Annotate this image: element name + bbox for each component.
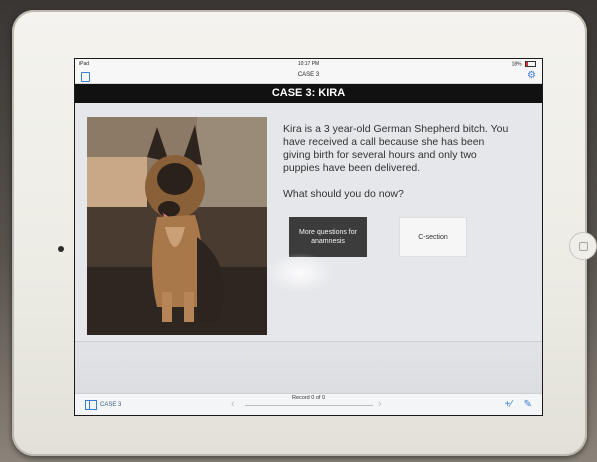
case-content: Kira is a 3 year-old German Shepherd bit… — [75, 103, 542, 341]
home-button[interactable] — [569, 232, 597, 260]
record-slider[interactable] — [245, 405, 373, 406]
battery-percent: 18% — [511, 61, 522, 68]
case-label[interactable]: CASE 3 — [100, 402, 121, 408]
dog-photo — [87, 117, 267, 335]
navigation-bar: CASE 3 ⚙ — [75, 69, 542, 84]
gear-icon[interactable]: ⚙ — [527, 71, 536, 81]
c-section-button[interactable]: C-section — [399, 217, 467, 257]
chevron-right-icon[interactable]: › — [378, 398, 382, 410]
home-square-icon — [579, 242, 588, 251]
front-camera — [58, 246, 64, 252]
status-bar: iPad 10:17 PM 18% — [75, 59, 542, 69]
nav-title: CASE 3 — [297, 72, 320, 78]
more-questions-button[interactable]: More questions for anamnesis — [289, 217, 367, 257]
battery-icon — [525, 61, 536, 67]
edit-icon[interactable]: ✎ — [524, 399, 532, 410]
case-title: CASE 3: KIRA — [75, 84, 542, 103]
battery-indicator: 18% — [512, 61, 536, 67]
layout-icon[interactable] — [85, 400, 97, 410]
empty-band — [75, 341, 542, 394]
record-label: Record 0 of 0 — [291, 395, 326, 401]
add-record-icon[interactable]: +∕ — [504, 399, 512, 410]
case-question: What should you do now? — [283, 188, 404, 200]
screen-glare — [265, 253, 335, 293]
app-screen: iPad 10:17 PM 18% CASE 3 ⚙ CASE 3: KIRA — [74, 58, 543, 416]
status-time: 10:17 PM — [297, 61, 320, 67]
case-description: Kira is a 3 year-old German Shepherd bit… — [283, 123, 509, 174]
bottom-toolbar: CASE 3 ‹ Record 0 of 0 › +∕ ✎ — [75, 393, 542, 415]
